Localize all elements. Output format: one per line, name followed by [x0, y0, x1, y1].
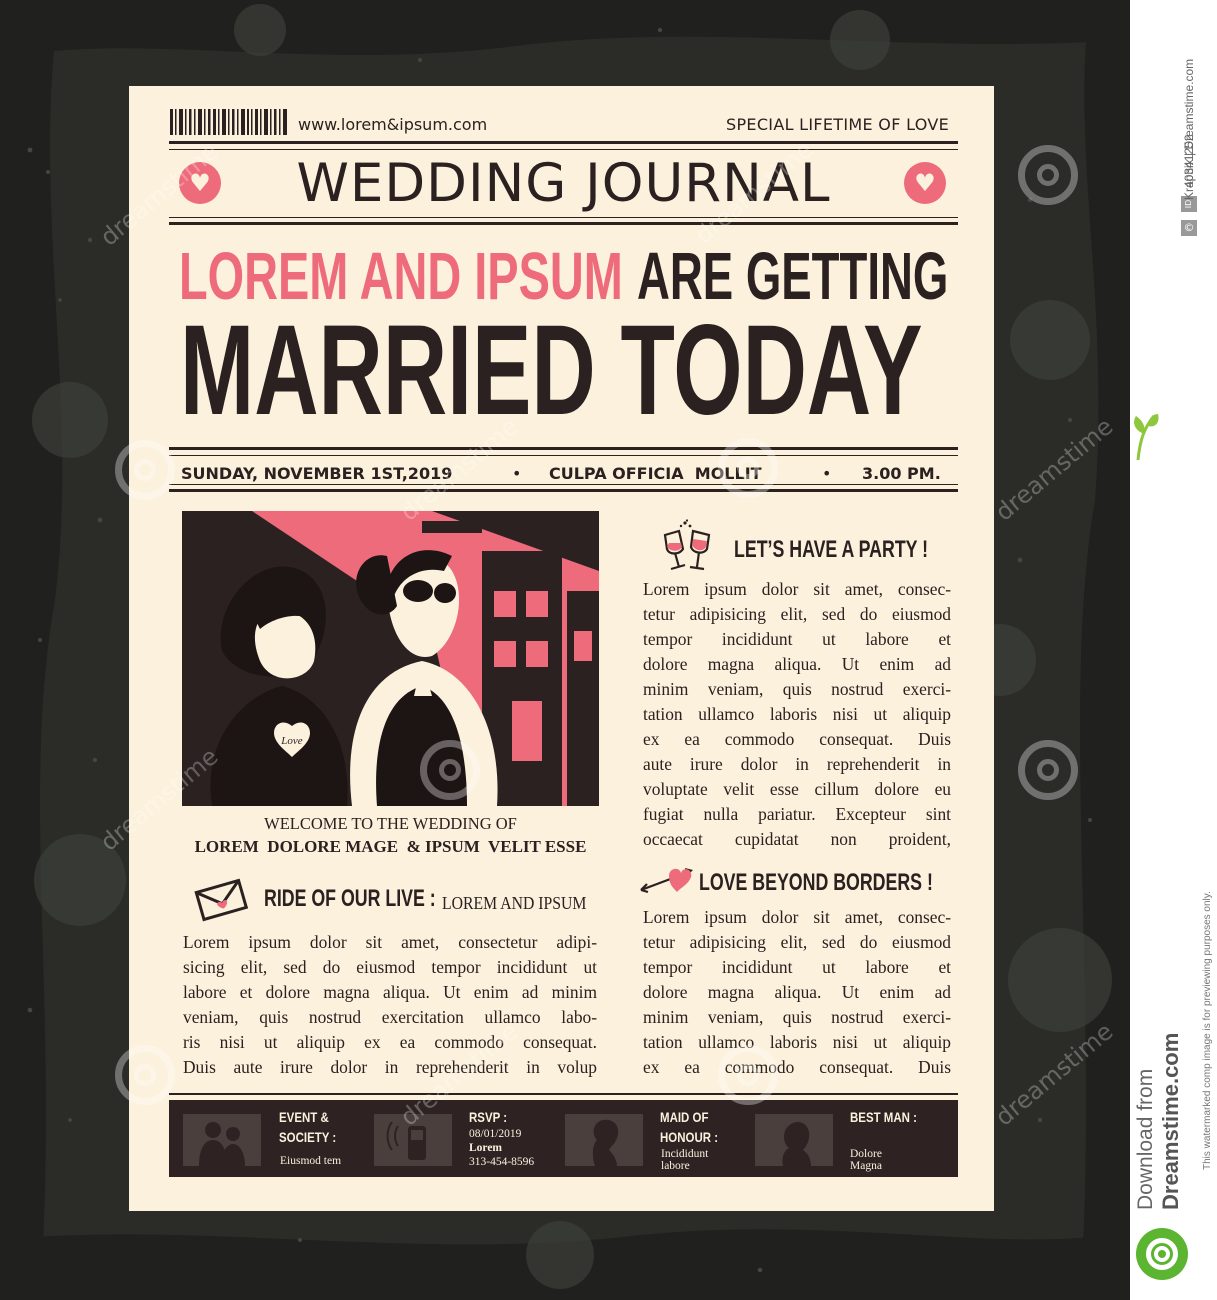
dateline-top-rule — [169, 447, 958, 450]
watermark-swirl-icon — [718, 1045, 778, 1105]
party-body: Lorem ipsum dolor sit amet, consec- tetu… — [643, 577, 951, 852]
ride-line: Duis aute irure dolor in reprehenderit i… — [183, 1057, 597, 1077]
footer-bar: EVENT & SOCIETY : Eiusmod tem RSVP : 08/… — [169, 1100, 958, 1177]
borders-body: Lorem ipsum dolor sit amet, consec- tetu… — [643, 905, 951, 1080]
ride-heading: RIDE OF OUR LIVE : — [264, 885, 436, 912]
dateline-bottom-rule-thin — [169, 484, 958, 485]
footer-best-title: BEST MAN : — [850, 1109, 917, 1125]
footer-rsvp-title: RSVP : — [469, 1109, 508, 1125]
borders-line: tempor incididunt ut labore et — [643, 957, 951, 977]
borders-heading: LOVE BEYOND BORDERS ! — [699, 869, 933, 896]
stock-download-label: Download from — [1134, 1068, 1157, 1210]
footer-best-text: Magna — [850, 1160, 882, 1172]
photo-caption-welcome: WELCOME TO THE WEDDING OF — [264, 814, 517, 833]
masthead-top-rule — [169, 141, 958, 144]
footer-rsvp-date: 08/01/2019 — [469, 1128, 522, 1140]
envelope-icon — [194, 878, 249, 922]
party-line: Lorem ipsum dolor sit amet, consec- — [643, 579, 951, 599]
ride-heading-names: LOREM AND IPSUM — [442, 893, 587, 913]
masthead-tagline: SPECIAL LIFETIME OF LOVE — [726, 115, 949, 134]
footer-rsvp-phone[interactable]: 313-454-8596 — [469, 1156, 534, 1169]
watermark-swirl-icon — [420, 740, 480, 800]
dateline-date: SUNDAY, NOVEMBER 1ST,2019 — [181, 464, 453, 483]
champagne-glasses-icon — [663, 519, 711, 571]
ride-line: sicing elit, sed do eiusmod tempor incid… — [183, 957, 597, 977]
copyright-icon: © — [1181, 220, 1197, 236]
dateline-separator: • — [512, 464, 522, 483]
masthead-bottom-rule — [169, 217, 958, 218]
borders-line: ex ea commodo consequat. Duis — [643, 1057, 951, 1077]
borders-line: minim veniam, quis nostrud exerci- — [643, 1007, 951, 1027]
dateline-separator: • — [822, 464, 832, 483]
barcode-icon — [170, 109, 287, 135]
love-badge: Love — [280, 735, 303, 747]
party-line: ex ea commodo consequat. Duis — [643, 729, 951, 749]
footer-maid-text: labore — [661, 1160, 690, 1172]
masthead-top-rule-thin — [169, 149, 958, 150]
stock-credit: Kraphix | Dreamstime.com — [1182, 58, 1196, 200]
party-line: occaecat cupidatat non proident, — [643, 829, 951, 849]
party-line: minim veniam, quis nostrud exerci- — [643, 679, 951, 699]
borders-line: tation ullamco laboris nisi ut aliquip — [643, 1032, 951, 1052]
photo-caption-names: LOREM DOLORE MAGE & IPSUM VELIT ESSE — [194, 837, 587, 856]
couple-photo: Love — [182, 511, 599, 806]
watermark-swirl-icon — [1018, 740, 1078, 800]
party-line: dolore magna aliqua. Ut enim ad — [643, 654, 951, 674]
headline-line2: MARRIED TODAY — [180, 299, 923, 442]
footer-maid-title: MAID OF — [660, 1109, 709, 1125]
dateline-top-rule-thin — [169, 455, 958, 456]
party-line: voluptate velit esse cillum dolore eu — [643, 779, 951, 799]
footer-event-text: Eiusmod tem — [280, 1155, 342, 1167]
watermark-swirl-icon — [115, 440, 175, 500]
party-line: tempor incididunt ut labore et — [643, 629, 951, 649]
masthead-bottom-rule-thick — [169, 222, 958, 225]
stock-site-label: Dreamstime.com — [1158, 1032, 1183, 1210]
stock-logo-icon — [1136, 1228, 1188, 1280]
footer-rsvp-name: Lorem — [469, 1142, 503, 1154]
couple-silhouette-icon — [183, 1114, 261, 1166]
footer-event-title: SOCIETY : — [279, 1129, 337, 1145]
stock-sidebar: ID 40341252 © Kraphix | Dreamstime.com T… — [1130, 0, 1217, 1300]
stock-notice: This watermarked comp image is for previ… — [1202, 891, 1213, 1170]
party-line: fugiat nulla pariatur. Excepteur sint — [643, 804, 951, 824]
party-line: tation ullamco laboris nisi ut aliquip — [643, 704, 951, 724]
footer-event-title: EVENT & — [279, 1109, 329, 1125]
man-profile-icon — [755, 1114, 833, 1166]
party-heading: LET’S HAVE A PARTY ! — [734, 536, 929, 563]
leaf-icon — [1134, 414, 1159, 461]
dateline-bottom-rule — [169, 489, 958, 492]
woman-profile-icon — [565, 1114, 643, 1166]
party-line: tetur adipisicing elit, sed do eiusmod — [643, 604, 951, 624]
watermark-swirl-icon — [115, 1045, 175, 1105]
watermark-swirl-icon — [718, 438, 778, 498]
heart-arrow-icon — [640, 868, 693, 894]
borders-line: dolore magna aliqua. Ut enim ad — [643, 982, 951, 1002]
dateline-time: 3.00 PM. — [862, 464, 941, 483]
heart-icon: ♥ — [904, 162, 946, 204]
footer-maid-title: HONOUR : — [660, 1129, 719, 1145]
footer-top-rule — [169, 1093, 958, 1095]
ride-body: Lorem ipsum dolor sit amet, consectetur … — [183, 930, 597, 1080]
ride-line: labore et dolore magna aliqua. Ut enim a… — [183, 982, 597, 1002]
ride-line: veniam, quis nostrud exercitation ullamc… — [183, 1007, 597, 1027]
watermark-swirl-icon — [1018, 145, 1078, 205]
masthead-url[interactable]: www.lorem&ipsum.com — [298, 115, 487, 134]
ride-line: ris nisi ut aliquip ex ea commodo conseq… — [183, 1032, 597, 1052]
ride-line: Lorem ipsum dolor sit amet, consectetur … — [183, 932, 597, 952]
borders-line: Lorem ipsum dolor sit amet, consec- — [643, 907, 951, 927]
borders-line: tetur adipisicing elit, sed do eiusmod — [643, 932, 951, 952]
party-line: aute irure dolor in reprehenderit in — [643, 754, 951, 774]
